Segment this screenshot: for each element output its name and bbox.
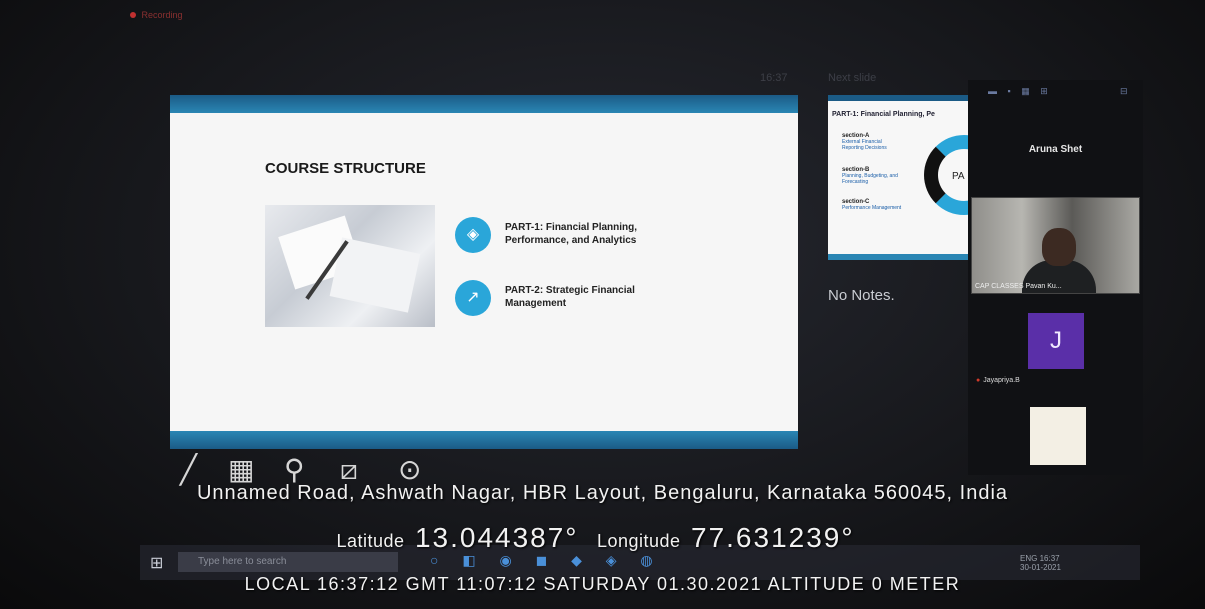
preview-bottom-bar [828, 254, 970, 260]
overlay-address: Unnamed Road, Ashwath Nagar, HBR Layout,… [196, 482, 1009, 504]
host-name: Aruna Shet [1028, 144, 1083, 155]
diamond-icon: ◈ [455, 217, 491, 253]
next-slide-label: Next slide [828, 72, 877, 84]
slide-item-label: PART-1: Financial Planning, Performance,… [505, 222, 638, 246]
slide-timer: 16:37 [760, 72, 788, 84]
academy-logo [1030, 407, 1086, 465]
video-label: CAP CLASSES Pavan Ku... [975, 283, 1062, 290]
slide-item-label: PART-2: Strategic Financial Management [505, 285, 635, 309]
participants-panel: ▬ ▪ ▦ ⊞ ⊟ Aruna Shet CAP CLASSES Pavan K… [968, 80, 1143, 475]
preview-title: PART-1: Financial Planning, Pe [832, 111, 935, 118]
mic-muted-icon: ● [976, 377, 981, 384]
attendee-name-row: ● Jayapriya.B [976, 377, 1020, 384]
recording-indicator: Recording [130, 10, 183, 20]
preview-section-a: section-A External Financial Reporting D… [842, 133, 902, 151]
view-controls[interactable]: ▬ ▪ ▦ ⊞ [988, 86, 1052, 97]
latitude-value: 13.044387° [414, 522, 579, 553]
next-slide-preview[interactable]: PART-1: Financial Planning, Pe section-A… [828, 95, 970, 260]
attendee-name: Jayapriya.B [983, 377, 1020, 384]
slide-bottom-bar [170, 431, 798, 449]
recording-label: Recording [141, 10, 183, 20]
current-slide: COURSE STRUCTURE ◈ PART-1: Financial Pla… [170, 95, 798, 449]
video-person-head [1042, 228, 1076, 266]
section-text: Planning, Budgeting, and Forecasting [842, 173, 898, 185]
section-text: Performance Management [842, 205, 902, 211]
slide-title: COURSE STRUCTURE [265, 160, 426, 177]
preview-section-c: section-C Performance Management [842, 199, 902, 211]
preview-section-b: section-B Planning, Budgeting, and Forec… [842, 167, 902, 185]
preview-top-bar [828, 95, 970, 101]
overlay-coordinates: Latitude 13.044387° Longitude 77.631239° [0, 522, 1205, 554]
preview-center-label: PA [952, 171, 965, 182]
record-dot-icon [130, 12, 136, 18]
slide-top-bar [170, 95, 798, 113]
latitude-label: Latitude [336, 531, 405, 551]
longitude-value: 77.631239° [691, 522, 855, 553]
pin-icon[interactable]: ⊟ [1120, 86, 1128, 97]
section-text: External Financial Reporting Decisions [842, 139, 887, 151]
overlay-time-line: LOCAL 16:37:12 GMT 11:07:12 SATURDAY 01.… [244, 574, 961, 594]
slide-photo [265, 205, 435, 327]
gps-overlay: Unnamed Road, Ashwath Nagar, HBR Layout,… [0, 470, 1205, 609]
participant-video[interactable]: CAP CLASSES Pavan Ku... [971, 197, 1140, 294]
notes-text: No Notes. [828, 287, 895, 304]
longitude-label: Longitude [596, 531, 681, 551]
chart-icon: ↗ [455, 280, 491, 316]
avatar[interactable]: J [1028, 313, 1084, 369]
